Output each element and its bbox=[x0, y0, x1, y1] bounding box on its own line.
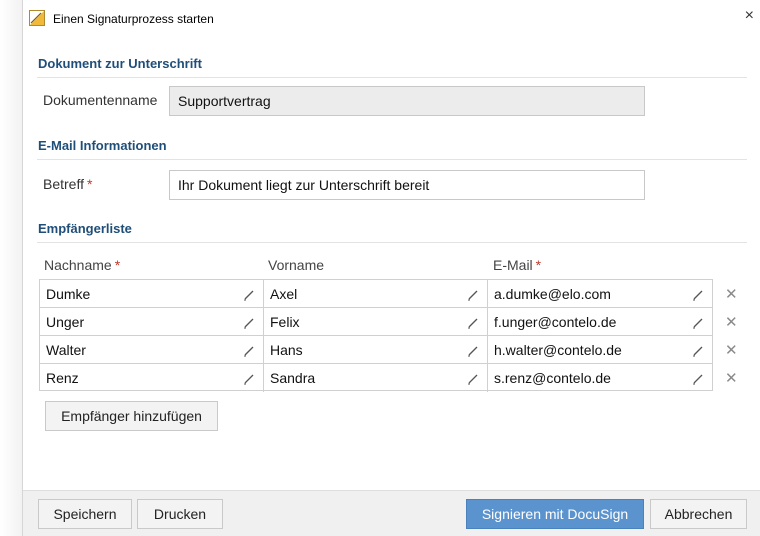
subject-input[interactable]: Ihr Dokument liegt zur Unterschrift bere… bbox=[169, 170, 645, 200]
save-button[interactable]: Speichern bbox=[38, 499, 132, 529]
firstname-cell[interactable]: Axel bbox=[264, 280, 488, 308]
firstname-cell[interactable]: Hans bbox=[264, 336, 488, 364]
pencil-icon[interactable] bbox=[692, 289, 704, 301]
email-value: h.walter@contelo.de bbox=[494, 342, 622, 358]
pencil-icon[interactable] bbox=[467, 317, 479, 329]
pencil-icon[interactable] bbox=[692, 345, 704, 357]
pencil-icon[interactable] bbox=[243, 317, 255, 329]
divider bbox=[37, 242, 747, 243]
app-icon bbox=[29, 10, 45, 26]
document-name-label: Dokumentenname bbox=[43, 92, 158, 108]
section-title-email: E-Mail Informationen bbox=[38, 138, 167, 153]
subject-label-text: Betreff bbox=[43, 176, 84, 192]
email-value: a.dumke@elo.com bbox=[494, 286, 611, 302]
recipient-table: Dumke Axel a.dumke@elo.com Unger Felix f… bbox=[39, 279, 713, 392]
email-value: f.unger@contelo.de bbox=[494, 314, 617, 330]
section-title-recipients: Empfängerliste bbox=[38, 221, 132, 236]
delete-recipient-icon[interactable]: ✕ bbox=[725, 285, 738, 303]
print-button[interactable]: Drucken bbox=[137, 499, 223, 529]
email-cell[interactable]: h.walter@contelo.de bbox=[488, 336, 712, 364]
required-marker: * bbox=[535, 257, 542, 273]
column-header-firstname: Vorname bbox=[268, 257, 325, 273]
document-name-field: Supportvertrag bbox=[169, 86, 645, 116]
close-icon[interactable]: × bbox=[745, 8, 754, 24]
delete-recipient-icon[interactable]: ✕ bbox=[725, 313, 738, 331]
firstname-cell[interactable]: Sandra bbox=[264, 364, 488, 392]
divider bbox=[37, 77, 747, 78]
table-row: Dumke Axel a.dumke@elo.com bbox=[40, 280, 712, 308]
column-header-email: E-Mail * bbox=[493, 257, 541, 273]
firstname-value: Felix bbox=[270, 314, 300, 330]
lastname-cell[interactable]: Renz bbox=[40, 364, 264, 392]
subject-label: Betreff * bbox=[43, 176, 92, 192]
pencil-icon[interactable] bbox=[243, 289, 255, 301]
email-cell[interactable]: f.unger@contelo.de bbox=[488, 308, 712, 336]
firstname-cell[interactable]: Felix bbox=[264, 308, 488, 336]
lastname-value: Walter bbox=[46, 342, 86, 358]
firstname-value: Sandra bbox=[270, 370, 316, 386]
signature-dialog: Einen Signaturprozess starten × Dokument… bbox=[22, 0, 760, 536]
background-area bbox=[0, 0, 22, 536]
sign-with-docusign-button[interactable]: Signieren mit DocuSign bbox=[466, 499, 644, 529]
email-cell[interactable]: s.renz@contelo.de bbox=[488, 364, 712, 392]
pencil-icon[interactable] bbox=[692, 373, 704, 385]
title-bar: Einen Signaturprozess starten × bbox=[23, 0, 760, 38]
delete-recipient-icon[interactable]: ✕ bbox=[725, 341, 738, 359]
required-marker: * bbox=[87, 176, 93, 192]
pencil-icon[interactable] bbox=[467, 373, 479, 385]
firstname-value: Axel bbox=[270, 286, 298, 302]
table-row: Unger Felix f.unger@contelo.de bbox=[40, 308, 712, 336]
column-header-lastname-text: Nachname bbox=[44, 257, 112, 273]
delete-recipient-icon[interactable]: ✕ bbox=[725, 369, 738, 387]
pencil-icon[interactable] bbox=[243, 345, 255, 357]
lastname-value: Renz bbox=[46, 370, 79, 386]
pencil-icon[interactable] bbox=[243, 373, 255, 385]
lastname-cell[interactable]: Walter bbox=[40, 336, 264, 364]
pencil-icon[interactable] bbox=[692, 317, 704, 329]
table-row: Walter Hans h.walter@contelo.de bbox=[40, 336, 712, 364]
email-value: s.renz@contelo.de bbox=[494, 370, 611, 386]
cancel-button[interactable]: Abbrechen bbox=[650, 499, 747, 529]
column-header-email-text: E-Mail bbox=[493, 257, 533, 273]
pencil-icon[interactable] bbox=[467, 289, 479, 301]
window-title: Einen Signaturprozess starten bbox=[53, 12, 214, 26]
section-title-document: Dokument zur Unterschrift bbox=[38, 56, 202, 71]
email-cell[interactable]: a.dumke@elo.com bbox=[488, 280, 712, 308]
lastname-cell[interactable]: Dumke bbox=[40, 280, 264, 308]
footer-bar: Speichern Drucken Signieren mit DocuSign… bbox=[23, 490, 760, 536]
pencil-icon[interactable] bbox=[467, 345, 479, 357]
lastname-value: Unger bbox=[46, 314, 85, 330]
firstname-value: Hans bbox=[270, 342, 303, 358]
lastname-value: Dumke bbox=[46, 286, 91, 302]
column-header-lastname: Nachname * bbox=[44, 257, 120, 273]
add-recipient-button[interactable]: Empfänger hinzufügen bbox=[45, 401, 218, 431]
required-marker: * bbox=[114, 257, 121, 273]
divider bbox=[37, 159, 747, 160]
lastname-cell[interactable]: Unger bbox=[40, 308, 264, 336]
table-row: Renz Sandra s.renz@contelo.de bbox=[40, 364, 712, 392]
